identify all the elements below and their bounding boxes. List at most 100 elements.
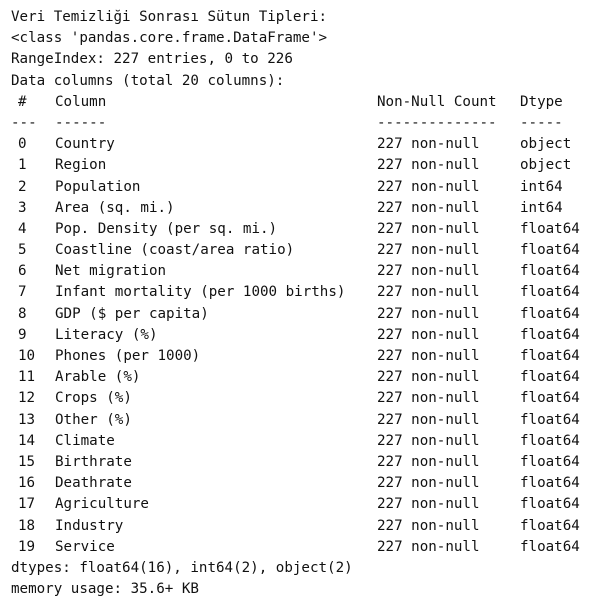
row-index: 14 — [18, 432, 36, 449]
output-heading: Veri Temizliği Sonrası Sütun Tipleri: — [11, 9, 328, 25]
row-index: 6 — [18, 263, 27, 280]
row-column: Crops (%) — [55, 390, 132, 407]
row-count: 227 non-null — [377, 432, 480, 449]
table-separator: --- ------ -------------- ----- — [11, 113, 606, 134]
table-row: 9 Literacy (%) 227 non-null float64 — [11, 325, 606, 346]
table-row: 19 Service 227 non-null float64 — [11, 537, 606, 558]
table-row: 16 Deathrate 227 non-null float64 — [11, 473, 606, 494]
row-count: 227 non-null — [377, 326, 480, 343]
header-column: Column — [55, 93, 107, 110]
table-row: 6 Net migration 227 non-null float64 — [11, 261, 606, 282]
row-dtype: float64 — [520, 538, 580, 555]
row-index: 2 — [18, 178, 27, 195]
row-dtype: float64 — [520, 284, 580, 301]
row-count: 227 non-null — [377, 220, 480, 237]
separator-column: ------ — [55, 114, 107, 131]
row-count: 227 non-null — [377, 538, 480, 555]
table-row: 8 GDP ($ per capita) 227 non-null float64 — [11, 304, 606, 325]
row-index: 4 — [18, 220, 27, 237]
row-index: 18 — [18, 517, 36, 534]
row-column: GDP ($ per capita) — [55, 305, 209, 322]
row-index: 7 — [18, 284, 27, 301]
table-row: 15 Birthrate 227 non-null float64 — [11, 452, 606, 473]
range-index-line: RangeIndex: 227 entries, 0 to 226 — [11, 51, 293, 68]
row-dtype: float64 — [520, 432, 580, 449]
separator-index: --- — [11, 114, 37, 131]
row-column: Arable (%) — [55, 369, 141, 386]
table-row: 13 Other (%) 227 non-null float64 — [11, 410, 606, 431]
row-column: Other (%) — [55, 411, 132, 428]
row-count: 227 non-null — [377, 178, 480, 195]
row-count: 227 non-null — [377, 242, 480, 259]
data-columns-line: Data columns (total 20 columns): — [11, 72, 285, 89]
separator-count: -------------- — [377, 114, 497, 131]
row-dtype: float64 — [520, 475, 580, 492]
row-index: 3 — [18, 199, 27, 216]
row-dtype: float64 — [520, 326, 580, 343]
table-row: 18 Industry 227 non-null float64 — [11, 516, 606, 537]
row-column: Pop. Density (per sq. mi.) — [55, 220, 278, 237]
row-count: 227 non-null — [377, 390, 480, 407]
row-count: 227 non-null — [377, 263, 480, 280]
row-count: 227 non-null — [377, 284, 480, 301]
table-row: 11 Arable (%) 227 non-null float64 — [11, 367, 606, 388]
header-index: # — [18, 93, 27, 110]
row-column: Industry — [55, 517, 124, 534]
row-index: 19 — [18, 538, 36, 555]
row-count: 227 non-null — [377, 369, 480, 386]
row-index: 12 — [18, 390, 36, 407]
row-index: 15 — [18, 453, 36, 470]
row-column: Service — [55, 538, 115, 555]
row-count: 227 non-null — [377, 348, 480, 364]
row-column: Phones (per 1000) — [55, 348, 201, 364]
row-index: 5 — [18, 242, 27, 259]
row-count: 227 non-null — [377, 157, 480, 174]
row-count: 227 non-null — [377, 411, 480, 428]
table-row: 4 Pop. Density (per sq. mi.) 227 non-null f… — [11, 219, 606, 240]
row-dtype: float64 — [520, 305, 580, 322]
row-count: 227 non-null — [377, 136, 480, 153]
row-dtype: int64 — [520, 199, 563, 216]
row-index: 17 — [18, 496, 36, 513]
row-column: Area (sq. mi.) — [55, 199, 175, 216]
row-index: 13 — [18, 411, 36, 428]
memory-usage: memory usage: 35.6+ KB — [11, 581, 199, 598]
row-dtype: object — [520, 136, 572, 153]
table-row: 10 Phones (per 1000) 227 non-null float64 — [11, 346, 606, 367]
row-index: 10 — [18, 348, 36, 364]
row-count: 227 non-null — [377, 199, 480, 216]
separator-dtype: ----- — [520, 114, 563, 131]
row-dtype: float64 — [520, 496, 580, 513]
row-index: 16 — [18, 475, 36, 492]
table-row: 5 Coastline (coast/area ratio) 227 non-nul… — [11, 240, 606, 261]
row-column: Agriculture — [55, 496, 149, 513]
table-row: 0 Country 227 non-null object — [11, 134, 606, 155]
table-row: 14 Climate 227 non-null float64 — [11, 431, 606, 452]
row-count: 227 non-null — [377, 517, 480, 534]
row-column: Region — [55, 157, 107, 174]
row-dtype: int64 — [520, 178, 563, 195]
row-index: 8 — [18, 305, 27, 322]
row-column: Infant mortality (per 1000 births) — [55, 284, 346, 301]
row-dtype: float64 — [520, 411, 580, 428]
row-count: 227 non-null — [377, 496, 480, 513]
row-dtype: float64 — [520, 263, 580, 280]
table-row: 1 Region 227 non-null object — [11, 155, 606, 176]
row-column: Coastline (coast/area ratio) — [55, 242, 295, 259]
dtypes-summary: dtypes: float64(16), int64(2), object(2) — [11, 559, 353, 576]
row-dtype: float64 — [520, 242, 580, 259]
row-count: 227 non-null — [377, 305, 480, 322]
header-count: Non-Null Count — [377, 93, 497, 110]
row-column: Population — [55, 178, 141, 195]
table-header: # Column Non-Null Count Dtype — [11, 92, 606, 113]
header-dtype: Dtype — [520, 93, 563, 110]
table-row: 7 Infant mortality (per 1000 births) 227 n… — [11, 282, 606, 303]
table-row: 2 Population 227 non-null int64 — [11, 177, 606, 198]
cell-output: Veri Temizliği Sonrası Sütun Tipleri: <c… — [0, 0, 606, 605]
table-row: 12 Crops (%) 227 non-null float64 — [11, 388, 606, 409]
row-column: Country — [55, 136, 115, 153]
row-dtype: float64 — [520, 390, 580, 407]
row-dtype: float64 — [520, 220, 580, 237]
table-row: 3 Area (sq. mi.) 227 non-null int64 — [11, 198, 606, 219]
row-dtype: float64 — [520, 453, 580, 470]
